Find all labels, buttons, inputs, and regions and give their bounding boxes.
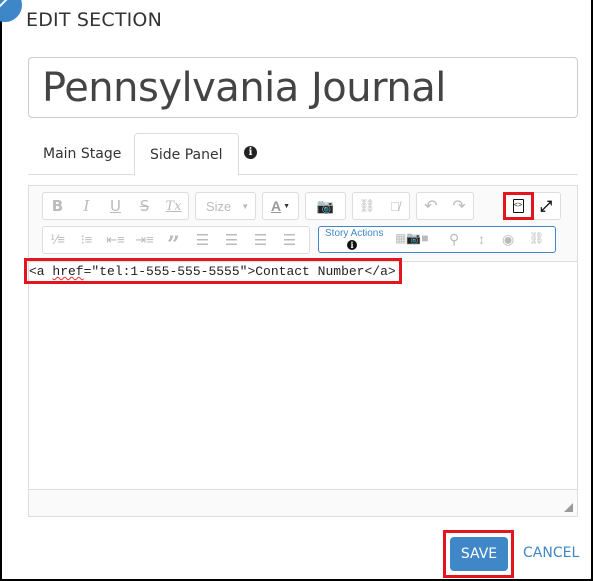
strikethrough-button[interactable]: S bbox=[130, 193, 159, 219]
editor-status-bar bbox=[29, 489, 577, 516]
font-size-select[interactable]: Size ▼ bbox=[195, 192, 256, 220]
vertical-arrows-icon[interactable]: ↕ bbox=[478, 231, 485, 247]
align-center-icon[interactable]: ☰ bbox=[217, 227, 246, 253]
dialog-title: EDIT SECTION bbox=[26, 9, 162, 31]
editor-toolbar: B I U S Tx Size ▼ A ▼ 📷 ⛓ ⛓̸ ↶ ↷ <> ⤢ ⅟≡… bbox=[29, 186, 577, 262]
media-button[interactable]: 📷 bbox=[305, 192, 346, 220]
map-media-icon[interactable]: ▦📷■ bbox=[395, 231, 429, 245]
chevron-down-icon: ▼ bbox=[241, 201, 250, 211]
source-code-icon[interactable]: <> bbox=[504, 193, 532, 219]
format-group: B I U S Tx bbox=[42, 192, 189, 220]
source-code-line: <a href="tel:1-555-555-5555">Contact Num… bbox=[29, 264, 396, 279]
align-right-icon[interactable]: ☰ bbox=[246, 227, 275, 253]
link-group: ⛓ ⛓̸ bbox=[352, 192, 410, 220]
remove-format-button[interactable]: Tx bbox=[159, 193, 188, 219]
undo-icon[interactable]: ↶ bbox=[417, 193, 445, 219]
rich-text-editor: B I U S Tx Size ▼ A ▼ 📷 ⛓ ⛓̸ ↶ ↷ <> ⤢ ⅟≡… bbox=[28, 185, 578, 517]
tab-main-stage[interactable]: Main Stage bbox=[28, 133, 136, 175]
justify-icon[interactable]: ☰ bbox=[275, 227, 304, 253]
camera-video-icon: 📷 bbox=[316, 197, 335, 214]
font-color-button[interactable]: A ▼ bbox=[262, 192, 299, 220]
info-circle-icon[interactable]: i bbox=[244, 146, 257, 159]
outdent-icon[interactable]: ⇤≡ bbox=[101, 227, 130, 253]
chevron-down-icon: ▼ bbox=[283, 202, 291, 210]
bold-button[interactable]: B bbox=[43, 193, 72, 219]
info-circle-icon[interactable]: i bbox=[347, 240, 357, 250]
location-pin-icon[interactable]: ⚲ bbox=[449, 231, 459, 248]
maximize-icon[interactable]: ⤢ bbox=[532, 193, 560, 219]
editor-content[interactable]: <a href="tel:1-555-555-5555">Contact Num… bbox=[29, 262, 577, 489]
story-actions-label: Story Actions bbox=[325, 228, 384, 239]
underline-button[interactable]: U bbox=[101, 193, 130, 219]
link-icon[interactable]: ⛓ bbox=[353, 193, 381, 219]
code-attribute: href bbox=[52, 264, 84, 279]
indent-icon[interactable]: ⇥≡ bbox=[130, 227, 159, 253]
font-size-label: Size bbox=[206, 198, 232, 214]
history-group: ↶ ↷ bbox=[416, 192, 474, 220]
blockquote-icon[interactable]: ” bbox=[159, 227, 188, 258]
cancel-button[interactable]: CANCEL bbox=[523, 545, 579, 561]
code-text: ="tel:1-555-555-5555">Contact Number</a> bbox=[83, 264, 396, 279]
code-text: <a bbox=[29, 264, 53, 279]
align-left-icon[interactable]: ☰ bbox=[188, 227, 217, 253]
paragraph-group: ⅟≡ ⁝≡ ⇤≡ ⇥≡ ” ☰ ☰ ☰ ☰ bbox=[42, 226, 310, 258]
section-name-input[interactable] bbox=[28, 57, 578, 118]
unlink-action-icon[interactable]: ⛓ bbox=[529, 231, 544, 245]
view-group: <> ⤢ bbox=[503, 192, 561, 220]
resize-handle-icon[interactable] bbox=[564, 503, 573, 512]
numbered-list-icon[interactable]: ⅟≡ bbox=[43, 227, 72, 253]
tab-bar: Main Stage Side Panel i bbox=[28, 133, 578, 176]
italic-button[interactable]: I bbox=[72, 193, 101, 219]
tab-side-panel[interactable]: Side Panel bbox=[134, 133, 239, 176]
bulleted-list-icon[interactable]: ⁝≡ bbox=[72, 227, 101, 253]
eye-icon[interactable]: ◉ bbox=[502, 231, 514, 248]
save-button[interactable]: SAVE bbox=[450, 537, 508, 571]
font-color-label: A bbox=[270, 198, 282, 214]
redo-icon[interactable]: ↷ bbox=[445, 193, 473, 219]
unlink-icon[interactable]: ⛓̸ bbox=[381, 193, 409, 219]
story-actions-group: Story Actions i ▦📷■ ⚲ ↕ ◉ ⛓ bbox=[318, 226, 556, 253]
